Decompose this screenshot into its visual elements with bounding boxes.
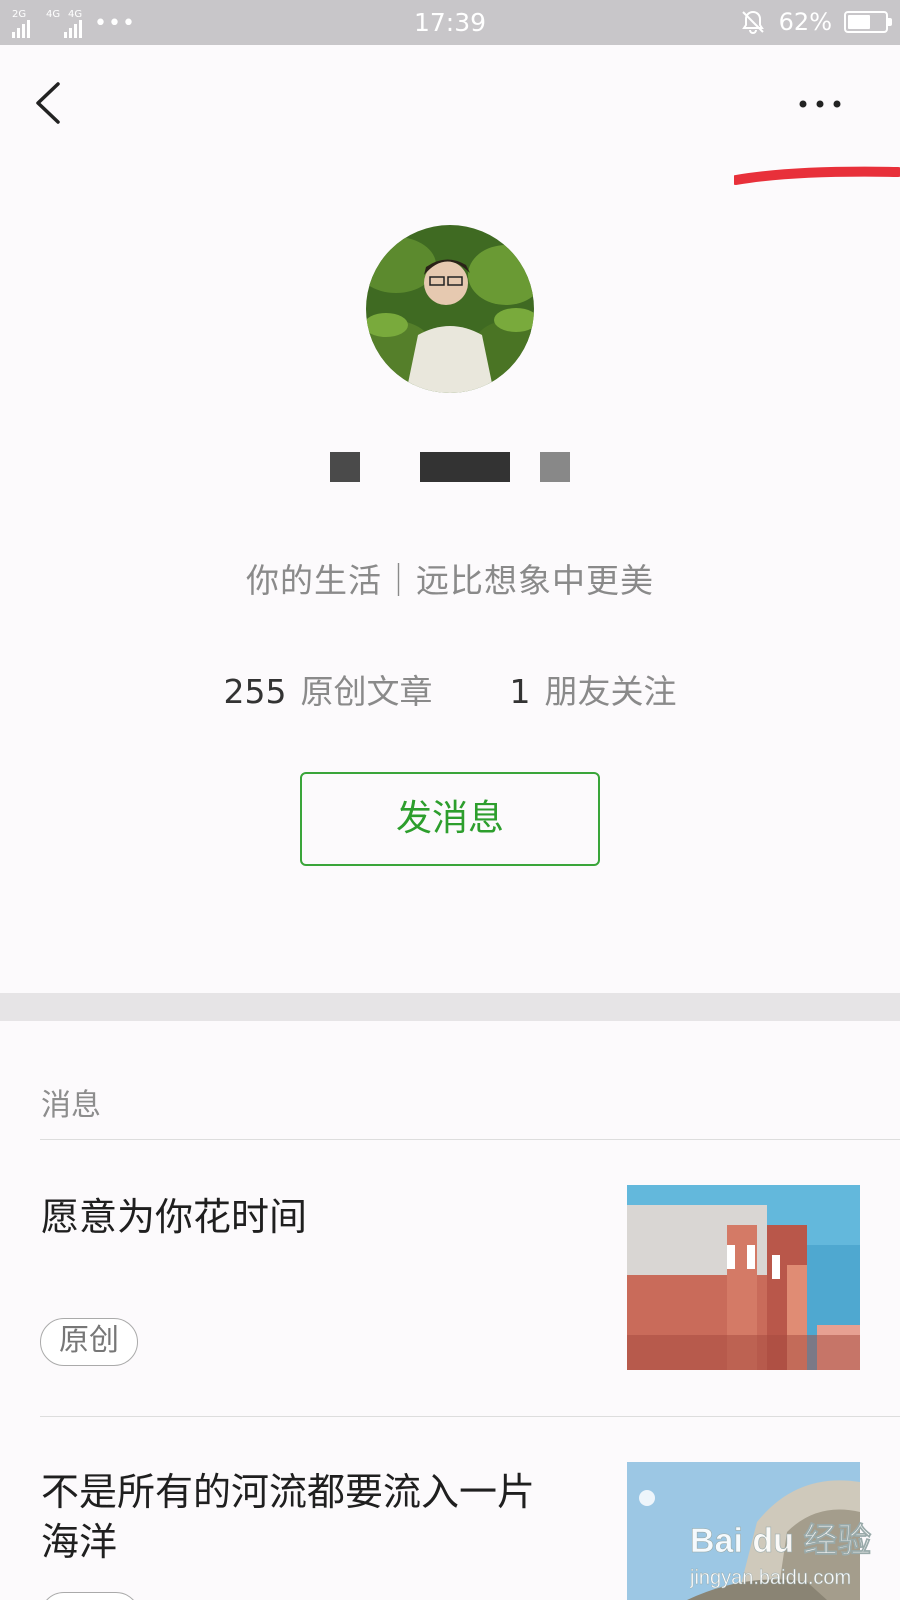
status-bar: 2G 4G 4G ••• 17:39 62% <box>0 0 900 45</box>
profile-bio: 你的生活｜远比想象中更美 <box>246 561 654 600</box>
articles-label: 原创文章 <box>300 672 433 711</box>
back-button[interactable] <box>30 78 70 128</box>
chevron-left-icon <box>36 82 60 124</box>
avatar[interactable] <box>366 225 534 393</box>
redaction-block <box>540 452 570 482</box>
avatar-photo <box>366 225 534 393</box>
messages-section-title: 消息 <box>41 1088 101 1123</box>
original-badge: 原创 <box>40 1318 138 1366</box>
watermark-url: jingyan.baidu.com <box>690 1567 851 1589</box>
friends-following-count: 1 <box>509 672 531 711</box>
redaction-block <box>330 452 360 482</box>
more-options-button[interactable] <box>795 86 855 122</box>
battery-icon <box>844 11 892 33</box>
section-divider <box>0 993 900 1021</box>
ellipsis-icon <box>799 100 841 108</box>
redaction-block <box>420 452 510 482</box>
article-list-item[interactable]: 愿意为你花时间 原创 <box>0 1140 900 1416</box>
article-thumbnail <box>627 1185 860 1370</box>
status-right: 62% <box>739 6 892 38</box>
battery-level-fill <box>848 15 871 29</box>
send-message-button[interactable]: 发消息 <box>300 772 600 866</box>
original-badge <box>40 1592 140 1600</box>
article-title: 不是所有的河流都要流入一片海洋 <box>41 1470 536 1564</box>
bell-muted-icon <box>741 10 764 34</box>
articles-count: 255 <box>223 672 287 711</box>
red-annotation-mark <box>734 166 900 185</box>
article-title: 愿意为你花时间 <box>41 1195 308 1239</box>
battery-percent: 62% <box>778 8 832 36</box>
baidu-jingyan-watermark: Bai du 经验 jingyan.baidu.com <box>689 1510 890 1600</box>
profile-stats: 255 原创文章 1 朋友关注 <box>0 665 900 713</box>
friends-following-label: 朋友关注 <box>544 672 677 711</box>
watermark-brand: Bai du 经验 <box>690 1521 871 1560</box>
